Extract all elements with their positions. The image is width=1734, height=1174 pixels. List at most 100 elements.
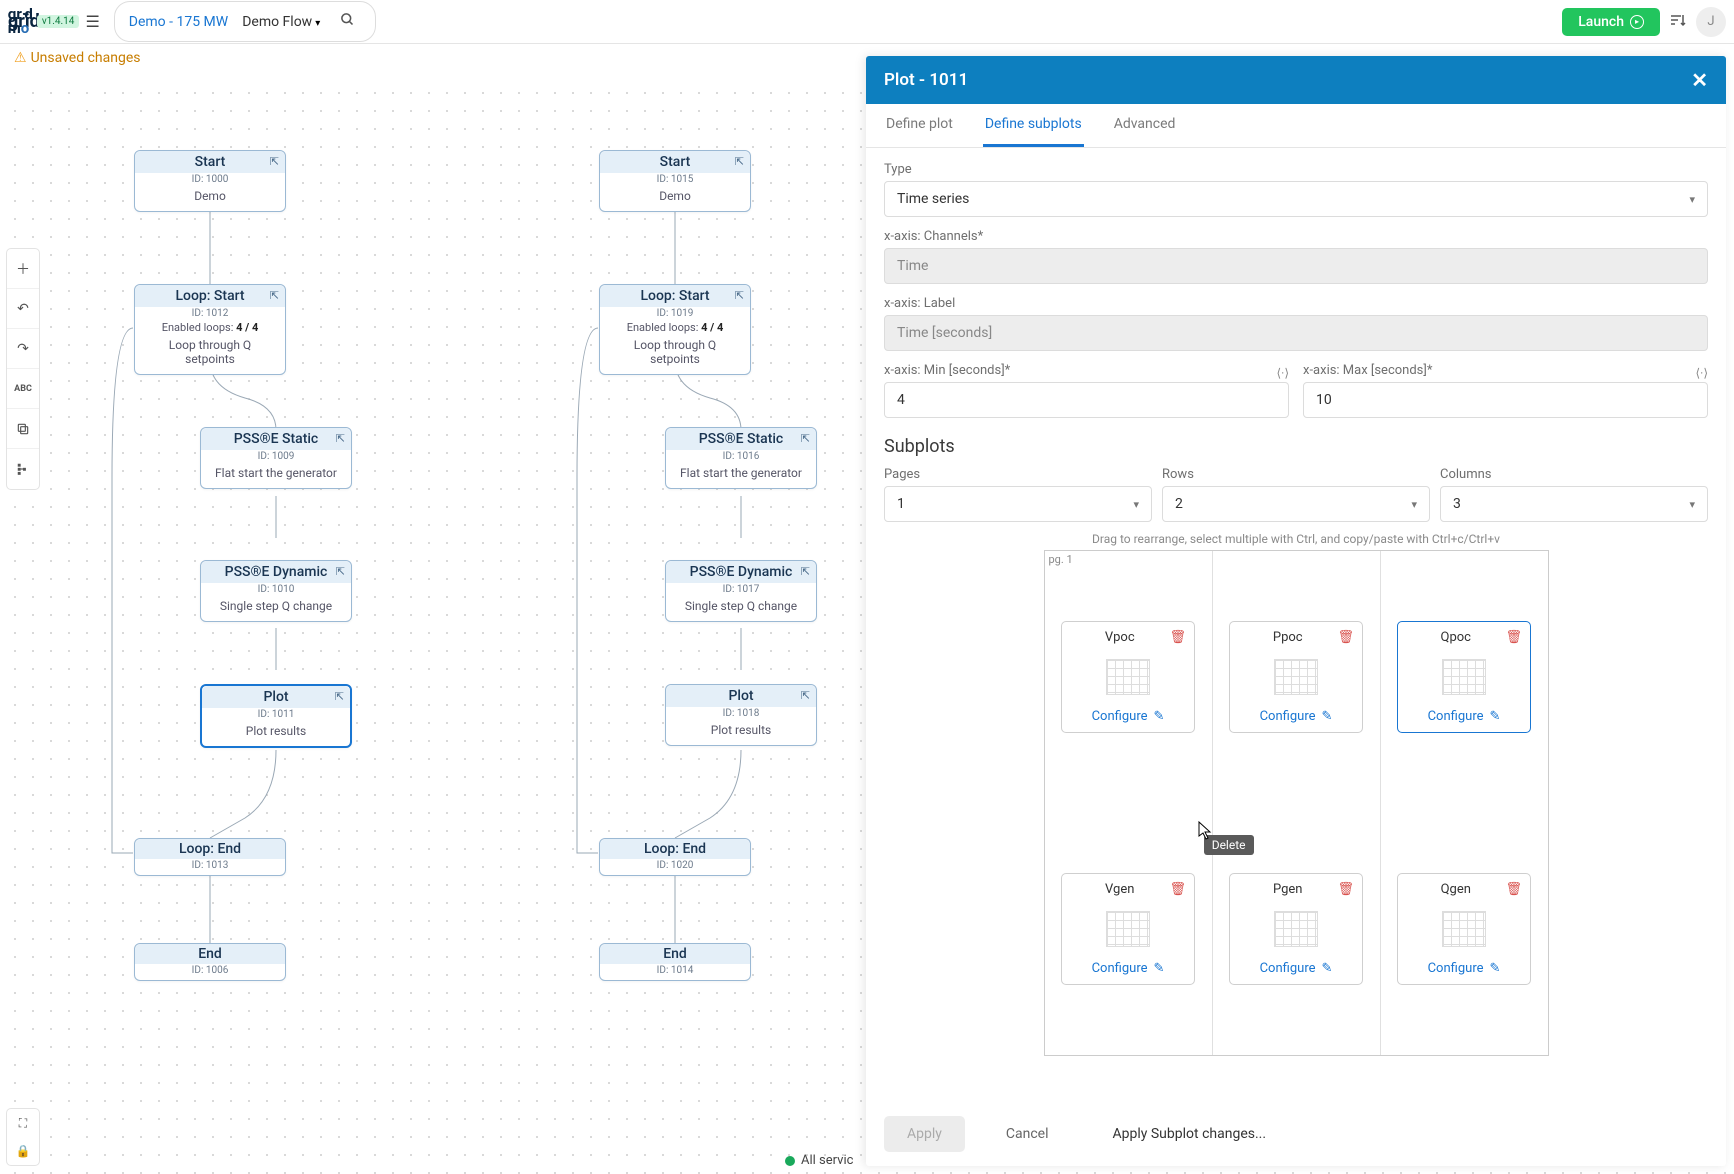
node-end[interactable]: End ID: 1006 [134, 943, 286, 981]
expand-icon[interactable]: ⇱ [270, 155, 279, 168]
lock-button[interactable]: 🔒 [7, 1137, 39, 1165]
rows-label: Rows [1162, 467, 1430, 482]
rows-select[interactable]: 2▾ [1162, 486, 1430, 522]
node-plot-selected[interactable]: Plot⇱ ID: 1011 Plot results [200, 684, 352, 748]
subplot-thumb [1274, 911, 1318, 947]
page-label: pg. 1 [1049, 553, 1073, 566]
trash-icon[interactable]: 🗑 [1337, 882, 1354, 897]
pages-select[interactable]: 1▾ [884, 486, 1152, 522]
node-loop-end[interactable]: Loop: End ID: 1013 [134, 838, 286, 876]
subplot-thumb [1274, 659, 1318, 695]
project-selector[interactable]: Demo - 175 MW Demo Flow▾ [114, 1, 376, 42]
undo-button[interactable]: ↶ [7, 289, 39, 329]
panel-header: Plot - 1011 ✕ [866, 56, 1726, 104]
warning-icon: ⚠ [14, 50, 27, 66]
panel-footer: Apply Cancel Apply Subplot changes... [866, 1102, 1726, 1166]
node-psse-static-r[interactable]: PSS®E Static⇱ ID: 1016 Flat start the ge… [665, 427, 817, 489]
trash-icon[interactable]: 🗑 [1337, 630, 1354, 645]
expand-icon[interactable]: ⇱ [335, 690, 344, 703]
copy-button[interactable] [7, 409, 39, 449]
tab-define-plot[interactable]: Define plot [884, 104, 955, 147]
search-icon[interactable] [334, 6, 361, 37]
pages-label: Pages [884, 467, 1152, 482]
node-end-r[interactable]: End ID: 1014 [599, 943, 751, 981]
expand-icon[interactable]: ⇱ [270, 289, 279, 302]
trash-icon[interactable]: 🗑 [1169, 630, 1186, 645]
close-icon[interactable]: ✕ [1691, 68, 1708, 92]
configure-button[interactable]: Configure✎ [1260, 709, 1333, 724]
expand-icon[interactable]: ⇱ [735, 289, 744, 302]
trash-icon[interactable]: 🗑 [1169, 882, 1186, 897]
fit-button[interactable]: ⛶ [7, 1109, 39, 1137]
expand-icon[interactable]: ⇱ [801, 432, 810, 445]
configure-button[interactable]: Configure✎ [1092, 961, 1165, 976]
avatar[interactable]: J [1696, 7, 1726, 37]
pencil-icon: ✎ [1490, 709, 1501, 724]
subplot-vpoc[interactable]: Vpoc🗑 Configure✎ [1061, 621, 1195, 733]
canvas-toolbar: ＋ ↶ ↷ ABC [6, 248, 40, 490]
tab-define-subplots[interactable]: Define subplots [983, 104, 1084, 147]
status-indicator: All servic [785, 1153, 853, 1168]
type-label: Type [884, 162, 1708, 177]
trash-icon[interactable]: 🗑 [1505, 630, 1522, 645]
expand-icon[interactable]: ⇱ [735, 155, 744, 168]
helper-text: Drag to rearrange, select multiple with … [884, 532, 1708, 546]
subplot-ppoc[interactable]: Ppoc🗑 Configure✎ [1229, 621, 1363, 733]
panel-tabs: Define plot Define subplots Advanced [866, 104, 1726, 148]
configure-button[interactable]: Configure✎ [1428, 961, 1501, 976]
node-psse-dynamic[interactable]: PSS®E Dynamic⇱ ID: 1010 Single step Q ch… [200, 560, 352, 622]
node-plot-r[interactable]: Plot⇱ ID: 1018 Plot results [665, 684, 817, 746]
xmin-input[interactable]: 4 [884, 382, 1289, 418]
layout-button[interactable] [7, 449, 39, 489]
subplot-qgen[interactable]: Qgen🗑 Configure✎ [1397, 873, 1531, 985]
node-loop-start-r[interactable]: Loop: Start⇱ ID: 1019 Enabled loops: 4 /… [599, 284, 751, 375]
expand-icon[interactable]: ⟨·⟩ [1277, 366, 1290, 380]
add-node-button[interactable]: ＋ [7, 249, 39, 289]
plot-config-panel: Plot - 1011 ✕ Define plot Define subplot… [866, 56, 1726, 1166]
node-loop-start[interactable]: Loop: Start⇱ ID: 1012 Enabled loops: 4 /… [134, 284, 286, 375]
xchannels-input: Time [884, 248, 1708, 284]
expand-icon[interactable]: ⇱ [801, 689, 810, 702]
launch-button[interactable]: Launch ▸ [1562, 8, 1660, 36]
redo-button[interactable]: ↷ [7, 329, 39, 369]
xlabel-label: x-axis: Label [884, 296, 1708, 311]
node-psse-static[interactable]: PSS®E Static⇱ ID: 1009 Flat start the ge… [200, 427, 352, 489]
canvas-bottom-toolbar: ⛶ 🔒 [6, 1108, 40, 1166]
apply-button[interactable]: Apply [884, 1116, 965, 1152]
project-name: Demo - 175 MW [129, 14, 228, 30]
node-start-r[interactable]: Start⇱ ID: 1015 Demo [599, 150, 751, 212]
expand-icon[interactable]: ⟨·⟩ [1696, 366, 1709, 380]
pencil-icon: ✎ [1154, 961, 1165, 976]
rename-button[interactable]: ABC [7, 369, 39, 409]
xmin-label: x-axis: Min [seconds]* [884, 363, 1010, 378]
cols-select[interactable]: 3▾ [1440, 486, 1708, 522]
status-dot-icon [785, 1156, 795, 1166]
trash-icon[interactable]: 🗑 [1505, 882, 1522, 897]
subplot-thumb [1106, 911, 1150, 947]
subplot-grid[interactable]: pg. 1 Vpoc🗑 Configure✎ Ppoc🗑 Configure✎ [1044, 550, 1549, 1056]
version-badge: v1.4.14 [37, 15, 80, 28]
configure-button[interactable]: Configure✎ [1092, 709, 1165, 724]
apply-subplot-button[interactable]: Apply Subplot changes... [1090, 1116, 1290, 1152]
node-start[interactable]: Start⇱ ID: 1000 Demo [134, 150, 286, 212]
menu-icon[interactable]: ☰ [79, 6, 105, 37]
expand-icon[interactable]: ⇱ [801, 565, 810, 578]
type-select[interactable]: Time series▾ [884, 181, 1708, 217]
configure-button[interactable]: Configure✎ [1428, 709, 1501, 724]
configure-button[interactable]: Configure✎ [1260, 961, 1333, 976]
subplot-pgen[interactable]: Pgen🗑 Configure✎ [1229, 873, 1363, 985]
subplot-qpoc[interactable]: Qpoc🗑 Configure✎ [1397, 621, 1531, 733]
cancel-button[interactable]: Cancel [983, 1116, 1072, 1152]
expand-icon[interactable]: ⇱ [336, 565, 345, 578]
node-psse-dynamic-r[interactable]: PSS®E Dynamic⇱ ID: 1017 Single step Q ch… [665, 560, 817, 622]
subplot-thumb [1442, 659, 1486, 695]
tab-advanced[interactable]: Advanced [1112, 104, 1178, 147]
xchannels-label: x-axis: Channels* [884, 229, 1708, 244]
xmax-input[interactable]: 10 [1303, 382, 1708, 418]
subplot-vgen[interactable]: Vgen🗑 Configure✎ [1061, 873, 1195, 985]
subplot-thumb [1442, 911, 1486, 947]
xlabel-input: Time [seconds] [884, 315, 1708, 351]
sort-icon[interactable] [1670, 12, 1686, 31]
expand-icon[interactable]: ⇱ [336, 432, 345, 445]
node-loop-end-r[interactable]: Loop: End ID: 1020 [599, 838, 751, 876]
